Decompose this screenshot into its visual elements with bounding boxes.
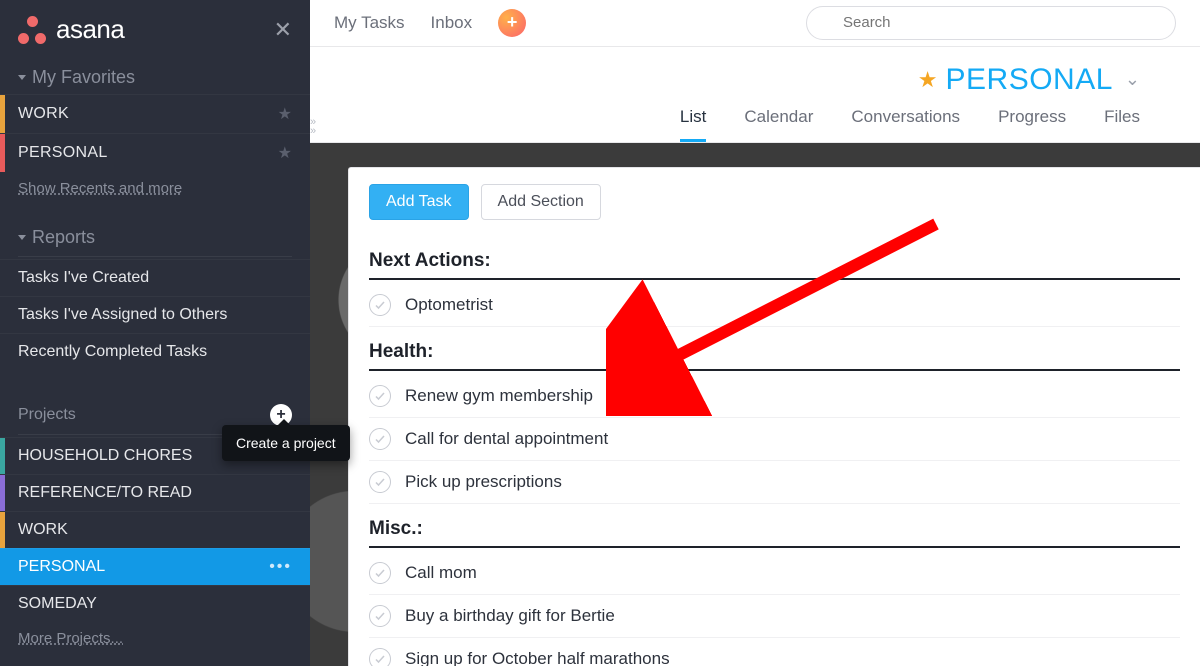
asana-logo-icon [18, 16, 46, 44]
project-item-someday[interactable]: SOMEDAY [0, 585, 310, 622]
report-item[interactable]: Tasks I've Assigned to Others [0, 296, 310, 333]
report-label: Recently Completed Tasks [18, 343, 207, 361]
caret-down-icon [18, 235, 26, 240]
main: »» My Tasks Inbox + ★ PERSONAL ⌄ List Ca… [310, 0, 1200, 666]
tab-calendar[interactable]: Calendar [744, 107, 813, 142]
more-projects-link[interactable]: More Projects... [0, 622, 310, 661]
close-icon[interactable]: ✕ [274, 17, 292, 43]
complete-check-icon[interactable] [369, 648, 391, 666]
app-root: asana ✕ My Favorites WORK ★ PERSONAL ★ S… [0, 0, 1200, 666]
divider [18, 256, 292, 257]
brand-text: asana [56, 14, 124, 45]
favorite-item-work[interactable]: WORK ★ [0, 94, 310, 133]
task-title: Buy a birthday gift for Bertie [405, 606, 615, 626]
add-section-button[interactable]: Add Section [481, 184, 601, 220]
complete-check-icon[interactable] [369, 471, 391, 493]
reports-header-label: Reports [32, 227, 95, 248]
task-title: Optometrist [405, 295, 493, 315]
project-item-work[interactable]: WORK [0, 511, 310, 548]
background-image: Add Task Add Section Next Actions: Optome… [310, 143, 1200, 666]
report-item[interactable]: Recently Completed Tasks [0, 333, 310, 370]
tab-list[interactable]: List [680, 107, 706, 142]
report-label: Tasks I've Created [18, 269, 149, 287]
project-label: REFERENCE/TO READ [18, 484, 192, 502]
task-row[interactable]: Optometrist [369, 284, 1180, 327]
tab-conversations[interactable]: Conversations [851, 107, 960, 142]
star-icon[interactable]: ★ [278, 143, 292, 163]
favorites-header-label: My Favorites [32, 67, 135, 88]
task-list: Next Actions: Optometrist Health: Renew gym… [349, 236, 1200, 666]
complete-check-icon[interactable] [369, 385, 391, 407]
sidebar: asana ✕ My Favorites WORK ★ PERSONAL ★ S… [0, 0, 310, 666]
project-tabs: List Calendar Conversations Progress Fil… [310, 97, 1170, 142]
my-tasks-link[interactable]: My Tasks [334, 13, 405, 33]
task-row[interactable]: Buy a birthday gift for Bertie [369, 595, 1180, 638]
favorite-item-personal[interactable]: PERSONAL ★ [0, 133, 310, 172]
project-title: PERSONAL [946, 63, 1113, 97]
report-item[interactable]: Tasks I've Created [0, 259, 310, 296]
star-icon[interactable]: ★ [278, 104, 292, 124]
search-input[interactable] [806, 6, 1176, 40]
show-recents-link[interactable]: Show Recents and more [0, 172, 310, 211]
complete-check-icon[interactable] [369, 562, 391, 584]
expand-handle-icon[interactable]: »» [310, 118, 316, 136]
quick-add-button[interactable]: + [498, 9, 526, 37]
task-row[interactable]: Renew gym membership [369, 375, 1180, 418]
task-row[interactable]: Call mom [369, 552, 1180, 595]
task-row[interactable]: Pick up prescriptions [369, 461, 1180, 504]
inbox-link[interactable]: Inbox [431, 13, 473, 33]
sidebar-top: asana ✕ [0, 0, 310, 55]
task-section-title[interactable]: Health: [369, 327, 1180, 371]
project-label: WORK [18, 521, 68, 539]
reports-header[interactable]: Reports [0, 221, 310, 254]
project-item-reference[interactable]: REFERENCE/TO READ [0, 474, 310, 511]
task-row[interactable]: Call for dental appointment [369, 418, 1180, 461]
star-icon[interactable]: ★ [918, 67, 938, 93]
complete-check-icon[interactable] [369, 605, 391, 627]
project-title-row[interactable]: ★ PERSONAL ⌄ [310, 57, 1170, 97]
tab-progress[interactable]: Progress [998, 107, 1066, 142]
favorite-label: PERSONAL [18, 144, 108, 162]
favorites-section: My Favorites WORK ★ PERSONAL ★ Show Rece… [0, 55, 310, 215]
add-task-button[interactable]: Add Task [369, 184, 469, 220]
tab-files[interactable]: Files [1104, 107, 1140, 142]
project-item-personal[interactable]: PERSONAL ••• [0, 548, 310, 585]
project-header: ★ PERSONAL ⌄ List Calendar Conversations… [310, 47, 1200, 143]
project-label: HOUSEHOLD CHORES [18, 447, 192, 465]
task-title: Call for dental appointment [405, 429, 608, 449]
task-section-title[interactable]: Next Actions: [369, 236, 1180, 280]
report-label: Tasks I've Assigned to Others [18, 306, 227, 324]
complete-check-icon[interactable] [369, 428, 391, 450]
complete-check-icon[interactable] [369, 294, 391, 316]
task-title: Call mom [405, 563, 477, 583]
task-title: Pick up prescriptions [405, 472, 562, 492]
task-panel: Add Task Add Section Next Actions: Optome… [348, 167, 1200, 666]
project-label: SOMEDAY [18, 595, 97, 613]
project-label: PERSONAL [18, 558, 105, 576]
favorites-header[interactable]: My Favorites [0, 61, 310, 94]
more-icon[interactable]: ••• [269, 558, 292, 576]
caret-down-icon [18, 75, 26, 80]
panel-toolbar: Add Task Add Section [349, 168, 1200, 236]
search-container [806, 6, 1176, 40]
task-title: Sign up for October half marathons [405, 649, 670, 666]
logo[interactable]: asana [18, 14, 124, 45]
favorite-label: WORK [18, 105, 69, 123]
reports-section: Reports Tasks I've Created Tasks I've As… [0, 215, 310, 374]
create-project-tooltip: Create a project [222, 425, 350, 461]
task-section-title[interactable]: Misc.: [369, 504, 1180, 548]
task-title: Renew gym membership [405, 386, 593, 406]
topbar: My Tasks Inbox + [310, 0, 1200, 47]
task-row[interactable]: Sign up for October half marathons [369, 638, 1180, 666]
chevron-down-icon[interactable]: ⌄ [1125, 69, 1140, 90]
projects-header-label: Projects [18, 406, 76, 424]
